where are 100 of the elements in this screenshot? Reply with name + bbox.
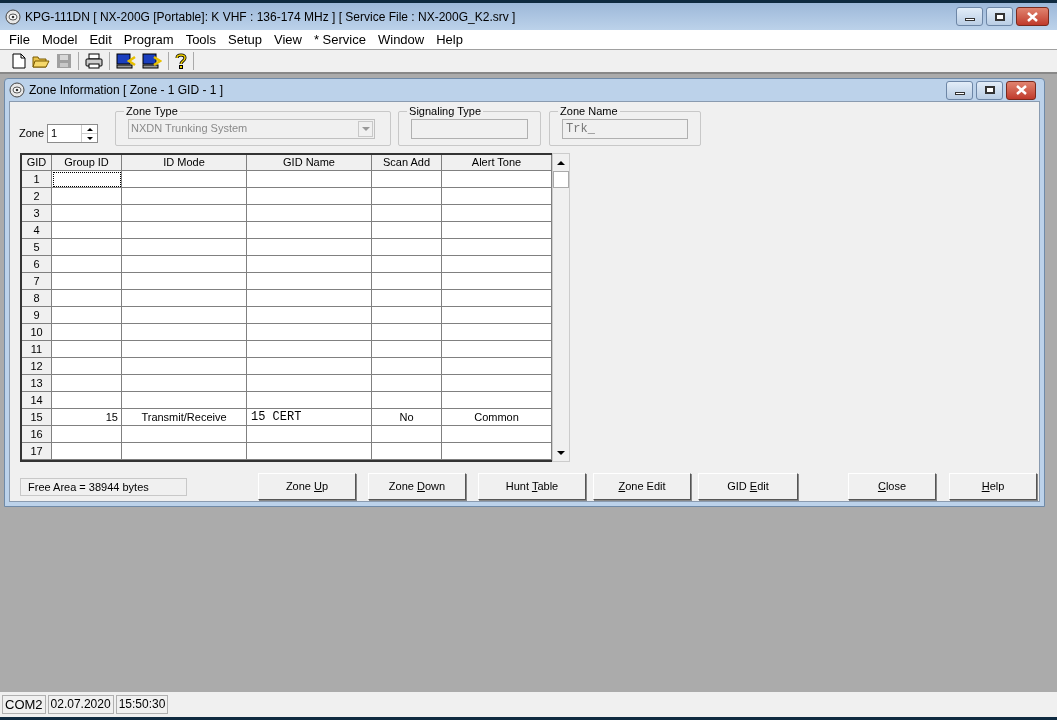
menu-item[interactable]: Tools — [179, 30, 222, 49]
table-cell[interactable] — [372, 358, 442, 375]
table-cell[interactable] — [52, 324, 122, 341]
table-cell[interactable] — [52, 256, 122, 273]
menu-item[interactable]: Window — [371, 30, 431, 49]
table-cell[interactable] — [247, 222, 372, 239]
menu-item[interactable]: Program — [117, 30, 180, 49]
table-cell[interactable] — [122, 205, 247, 222]
table-cell[interactable] — [372, 307, 442, 324]
table-cell[interactable] — [52, 392, 122, 409]
maximize-button[interactable] — [986, 7, 1013, 26]
table-cell[interactable] — [122, 188, 247, 205]
table-cell[interactable]: No — [372, 409, 442, 426]
table-cell[interactable] — [372, 392, 442, 409]
table-cell[interactable] — [247, 307, 372, 324]
table-cell[interactable]: Transmit/Receive — [122, 409, 247, 426]
table-cell[interactable] — [372, 375, 442, 392]
menu-item[interactable]: Setup — [222, 30, 268, 49]
table-cell[interactable] — [52, 188, 122, 205]
printer-icon[interactable] — [85, 53, 103, 69]
menu-item[interactable]: Edit — [83, 30, 118, 49]
scroll-thumb[interactable] — [553, 171, 569, 188]
minimize-button[interactable] — [946, 80, 973, 100]
open-folder-icon[interactable] — [32, 53, 50, 69]
maximize-button[interactable] — [976, 80, 1003, 100]
table-cell[interactable] — [372, 205, 442, 222]
table-cell[interactable] — [247, 290, 372, 307]
save-icon[interactable] — [56, 53, 72, 69]
table-cell[interactable] — [52, 426, 122, 443]
table-cell[interactable] — [122, 443, 247, 460]
table-cell[interactable] — [247, 426, 372, 443]
new-file-icon[interactable] — [12, 53, 26, 69]
table-cell[interactable]: 15 CERT — [247, 409, 372, 426]
dialog-button[interactable]: Help — [949, 473, 1037, 500]
close-button[interactable] — [1006, 80, 1036, 100]
table-cell[interactable] — [52, 290, 122, 307]
dialog-button[interactable]: Close — [848, 473, 936, 500]
table-cell[interactable] — [372, 222, 442, 239]
table-cell[interactable] — [52, 443, 122, 460]
table-cell[interactable] — [247, 256, 372, 273]
table-cell[interactable] — [247, 358, 372, 375]
dialog-button[interactable]: Hunt Table — [478, 473, 586, 500]
table-cell[interactable] — [247, 341, 372, 358]
menu-item[interactable]: Help — [430, 30, 469, 49]
table-cell[interactable] — [372, 273, 442, 290]
table-cell[interactable] — [372, 443, 442, 460]
table-cell[interactable] — [122, 290, 247, 307]
signaling-type-field[interactable] — [411, 118, 529, 139]
table-cell[interactable] — [122, 273, 247, 290]
table-cell[interactable] — [52, 171, 122, 188]
table-cell[interactable] — [52, 358, 122, 375]
menu-item[interactable]: Model — [35, 30, 84, 49]
table-cell[interactable] — [372, 290, 442, 307]
table-cell[interactable] — [247, 171, 372, 188]
table-cell[interactable] — [372, 239, 442, 256]
table-cell[interactable] — [247, 375, 372, 392]
table-cell[interactable] — [52, 341, 122, 358]
table-cell[interactable]: 15 — [52, 409, 122, 426]
vertical-scrollbar[interactable] — [552, 153, 570, 462]
table-cell[interactable] — [372, 171, 442, 188]
table-cell[interactable] — [372, 341, 442, 358]
question-mark-icon[interactable] — [175, 53, 187, 69]
table-cell[interactable] — [122, 222, 247, 239]
table-cell[interactable] — [52, 273, 122, 290]
computer-right-arrow-icon[interactable] — [142, 53, 162, 69]
dialog-button[interactable]: GID Edit — [698, 473, 798, 500]
close-button[interactable] — [1016, 7, 1049, 26]
dialog-button[interactable]: Zone Up — [258, 473, 356, 500]
table-cell[interactable] — [52, 239, 122, 256]
minimize-button[interactable] — [956, 7, 983, 26]
table-cell[interactable] — [122, 358, 247, 375]
dialog-button[interactable]: Zone Down — [368, 473, 466, 500]
table-cell[interactable] — [372, 188, 442, 205]
table-cell[interactable] — [247, 205, 372, 222]
table-cell[interactable] — [372, 256, 442, 273]
table-cell[interactable] — [122, 375, 247, 392]
table-cell[interactable] — [247, 188, 372, 205]
table-cell[interactable] — [52, 375, 122, 392]
menu-item[interactable]: View — [268, 30, 308, 49]
table-cell[interactable] — [122, 392, 247, 409]
table-cell[interactable] — [52, 205, 122, 222]
table-cell[interactable] — [247, 392, 372, 409]
table-cell[interactable] — [372, 426, 442, 443]
table-cell[interactable] — [122, 426, 247, 443]
table-cell[interactable] — [52, 307, 122, 324]
dialog-button[interactable]: Zone Edit — [593, 473, 691, 500]
computer-left-arrow-icon[interactable] — [116, 53, 136, 69]
table-cell[interactable] — [247, 239, 372, 256]
table-cell[interactable] — [122, 341, 247, 358]
table-cell[interactable] — [122, 256, 247, 273]
table-cell[interactable] — [122, 171, 247, 188]
table-cell[interactable] — [52, 222, 122, 239]
table-cell[interactable] — [122, 239, 247, 256]
table-cell[interactable] — [247, 443, 372, 460]
table-cell[interactable] — [372, 324, 442, 341]
zone-spin-field[interactable]: 1 — [47, 124, 99, 143]
table-cell[interactable] — [122, 324, 247, 341]
menu-item[interactable]: File — [3, 30, 36, 49]
table-cell[interactable] — [247, 324, 372, 341]
menu-item[interactable]: * Service — [307, 30, 372, 49]
